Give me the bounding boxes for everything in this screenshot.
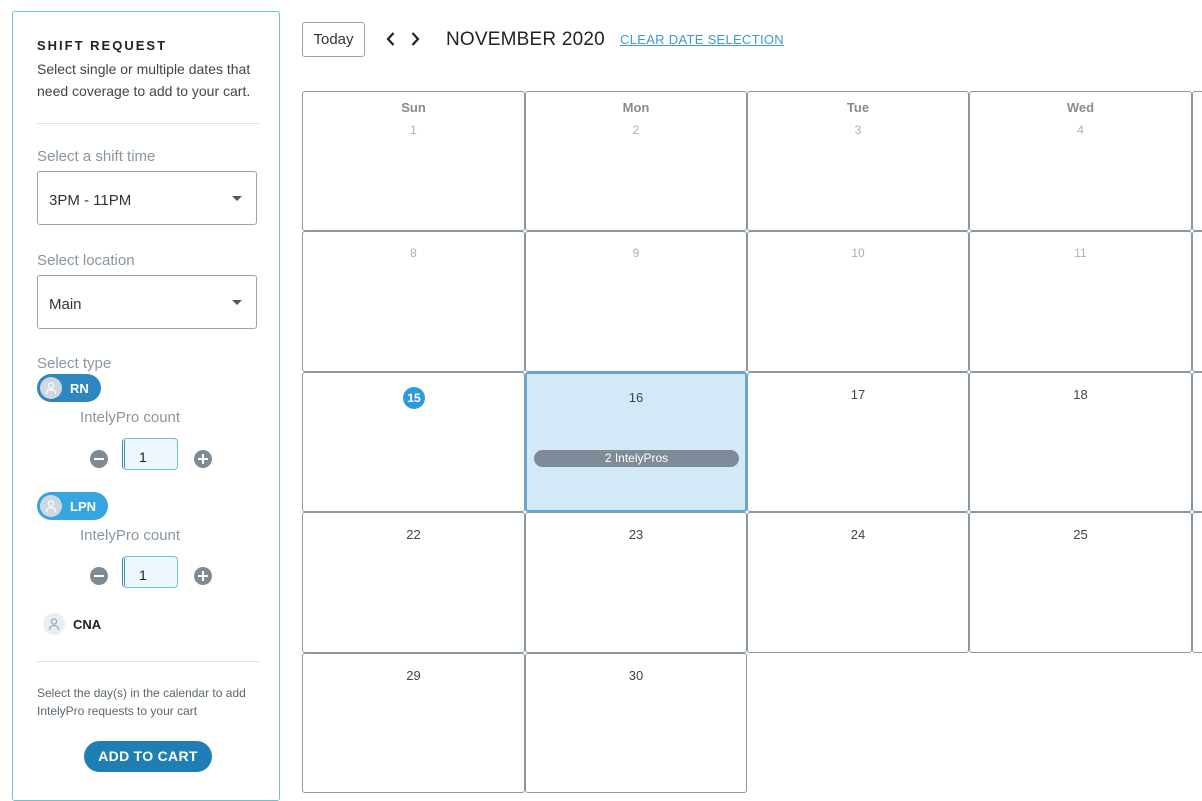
nurse-avatar-icon bbox=[40, 377, 62, 399]
day-number: 2 bbox=[632, 123, 640, 137]
day-cell-today[interactable]: 15 bbox=[302, 372, 525, 512]
day-number: 1 bbox=[410, 123, 417, 137]
day-number: 4 bbox=[1077, 123, 1084, 137]
day-number: 18 bbox=[1073, 387, 1088, 402]
rn-count-input[interactable] bbox=[122, 438, 178, 470]
day-number: 23 bbox=[628, 527, 644, 542]
panel-title: SHIFT REQUEST bbox=[37, 38, 168, 53]
day-number: 24 bbox=[850, 527, 866, 542]
lpn-decrement-button[interactable] bbox=[90, 567, 108, 585]
add-to-cart-button[interactable]: ADD TO CART bbox=[84, 741, 212, 772]
day-cell[interactable]: Tue 3 bbox=[747, 91, 969, 231]
day-cell[interactable]: 9 bbox=[525, 231, 747, 372]
chevron-down-icon bbox=[232, 196, 242, 201]
day-number: 29 bbox=[406, 668, 421, 683]
day-cell[interactable] bbox=[1192, 91, 1202, 231]
day-cell[interactable]: Wed 4 bbox=[969, 91, 1192, 231]
type-label: Select type bbox=[37, 355, 112, 372]
today-button[interactable]: Today bbox=[302, 22, 365, 57]
type-label-lpn: LPN bbox=[70, 498, 96, 514]
shift-time-select[interactable]: 3PM - 11PM bbox=[37, 171, 257, 225]
location-select[interactable]: Main bbox=[37, 275, 257, 329]
day-cell[interactable]: 22 bbox=[302, 512, 525, 653]
day-cell[interactable]: 23 bbox=[525, 512, 747, 653]
month-title: NOVEMBER 2020 bbox=[446, 29, 605, 50]
today-marker: 15 bbox=[403, 387, 425, 409]
rn-decrement-button[interactable] bbox=[90, 450, 108, 468]
day-number: 11 bbox=[1074, 246, 1087, 260]
calendar-grid: Sun 1 Mon 2 Tue 3 Wed 4 8 9 10 11 15 16 … bbox=[302, 91, 1202, 793]
shift-request-panel: SHIFT REQUEST Select single or multiple … bbox=[12, 11, 280, 801]
lpn-count-label: IntelyPro count bbox=[80, 527, 181, 544]
day-number: 16 bbox=[628, 390, 644, 405]
day-cell[interactable]: 18 bbox=[969, 372, 1192, 512]
panel-description: Select single or multiple dates that nee… bbox=[37, 61, 251, 99]
type-toggle-rn[interactable]: RN bbox=[37, 374, 101, 402]
day-cell[interactable]: 25 bbox=[969, 512, 1192, 653]
shift-time-label: Select a shift time bbox=[37, 148, 156, 165]
day-number: 9 bbox=[632, 246, 640, 260]
prev-month-icon[interactable] bbox=[383, 29, 399, 49]
type-label-cna: CNA bbox=[73, 616, 102, 632]
shift-event-pill[interactable]: 2 IntelyPros bbox=[534, 450, 739, 467]
weekday-label: Sun bbox=[401, 100, 426, 115]
day-cell[interactable]: Mon 2 bbox=[525, 91, 747, 231]
day-number: 25 bbox=[1073, 527, 1088, 542]
day-cell[interactable]: 11 bbox=[969, 231, 1192, 372]
day-number: 17 bbox=[850, 387, 866, 402]
day-cell-selected[interactable]: 16 2 IntelyPros bbox=[525, 372, 747, 512]
day-cell[interactable]: 29 bbox=[302, 653, 525, 793]
lpn-increment-button[interactable] bbox=[194, 567, 212, 585]
next-month-icon[interactable] bbox=[407, 29, 423, 49]
day-cell[interactable]: 24 bbox=[747, 512, 969, 653]
day-number: 30 bbox=[628, 668, 644, 683]
day-cell[interactable]: Sun 1 bbox=[302, 91, 525, 231]
chevron-down-icon bbox=[232, 300, 242, 305]
type-label-rn: RN bbox=[70, 380, 89, 396]
weekday-label: Wed bbox=[1066, 100, 1095, 115]
day-number: 8 bbox=[410, 246, 417, 260]
day-number: 3 bbox=[854, 123, 862, 137]
type-toggle-cna[interactable]: CNA bbox=[43, 613, 101, 635]
divider bbox=[37, 661, 259, 662]
rn-count-label: IntelyPro count bbox=[80, 409, 181, 426]
nurse-avatar-icon bbox=[40, 495, 62, 517]
nurse-avatar-icon bbox=[43, 613, 65, 635]
day-number: 22 bbox=[406, 527, 421, 542]
rn-increment-button[interactable] bbox=[194, 450, 212, 468]
type-toggle-lpn[interactable]: LPN bbox=[37, 492, 108, 520]
day-cell[interactable]: 8 bbox=[302, 231, 525, 372]
weekday-label: Mon bbox=[622, 100, 650, 115]
clear-date-selection-link[interactable]: CLEAR DATE SELECTION bbox=[620, 32, 784, 47]
day-cell[interactable] bbox=[1192, 512, 1202, 653]
divider bbox=[37, 123, 259, 124]
day-cell[interactable]: 17 bbox=[747, 372, 969, 512]
day-cell[interactable]: 10 bbox=[747, 231, 969, 372]
calendar-hint: Select the day(s) in the calendar to add… bbox=[37, 686, 246, 718]
day-cell[interactable] bbox=[1192, 231, 1202, 372]
day-cell[interactable]: 30 bbox=[525, 653, 747, 793]
weekday-label: Tue bbox=[846, 100, 870, 115]
day-cell[interactable] bbox=[1192, 372, 1202, 512]
location-label: Select location bbox=[37, 252, 135, 269]
day-number: 10 bbox=[851, 246, 865, 260]
lpn-count-input[interactable] bbox=[122, 556, 178, 588]
shift-time-value: 3PM - 11PM bbox=[49, 192, 132, 209]
location-value: Main bbox=[49, 296, 82, 313]
